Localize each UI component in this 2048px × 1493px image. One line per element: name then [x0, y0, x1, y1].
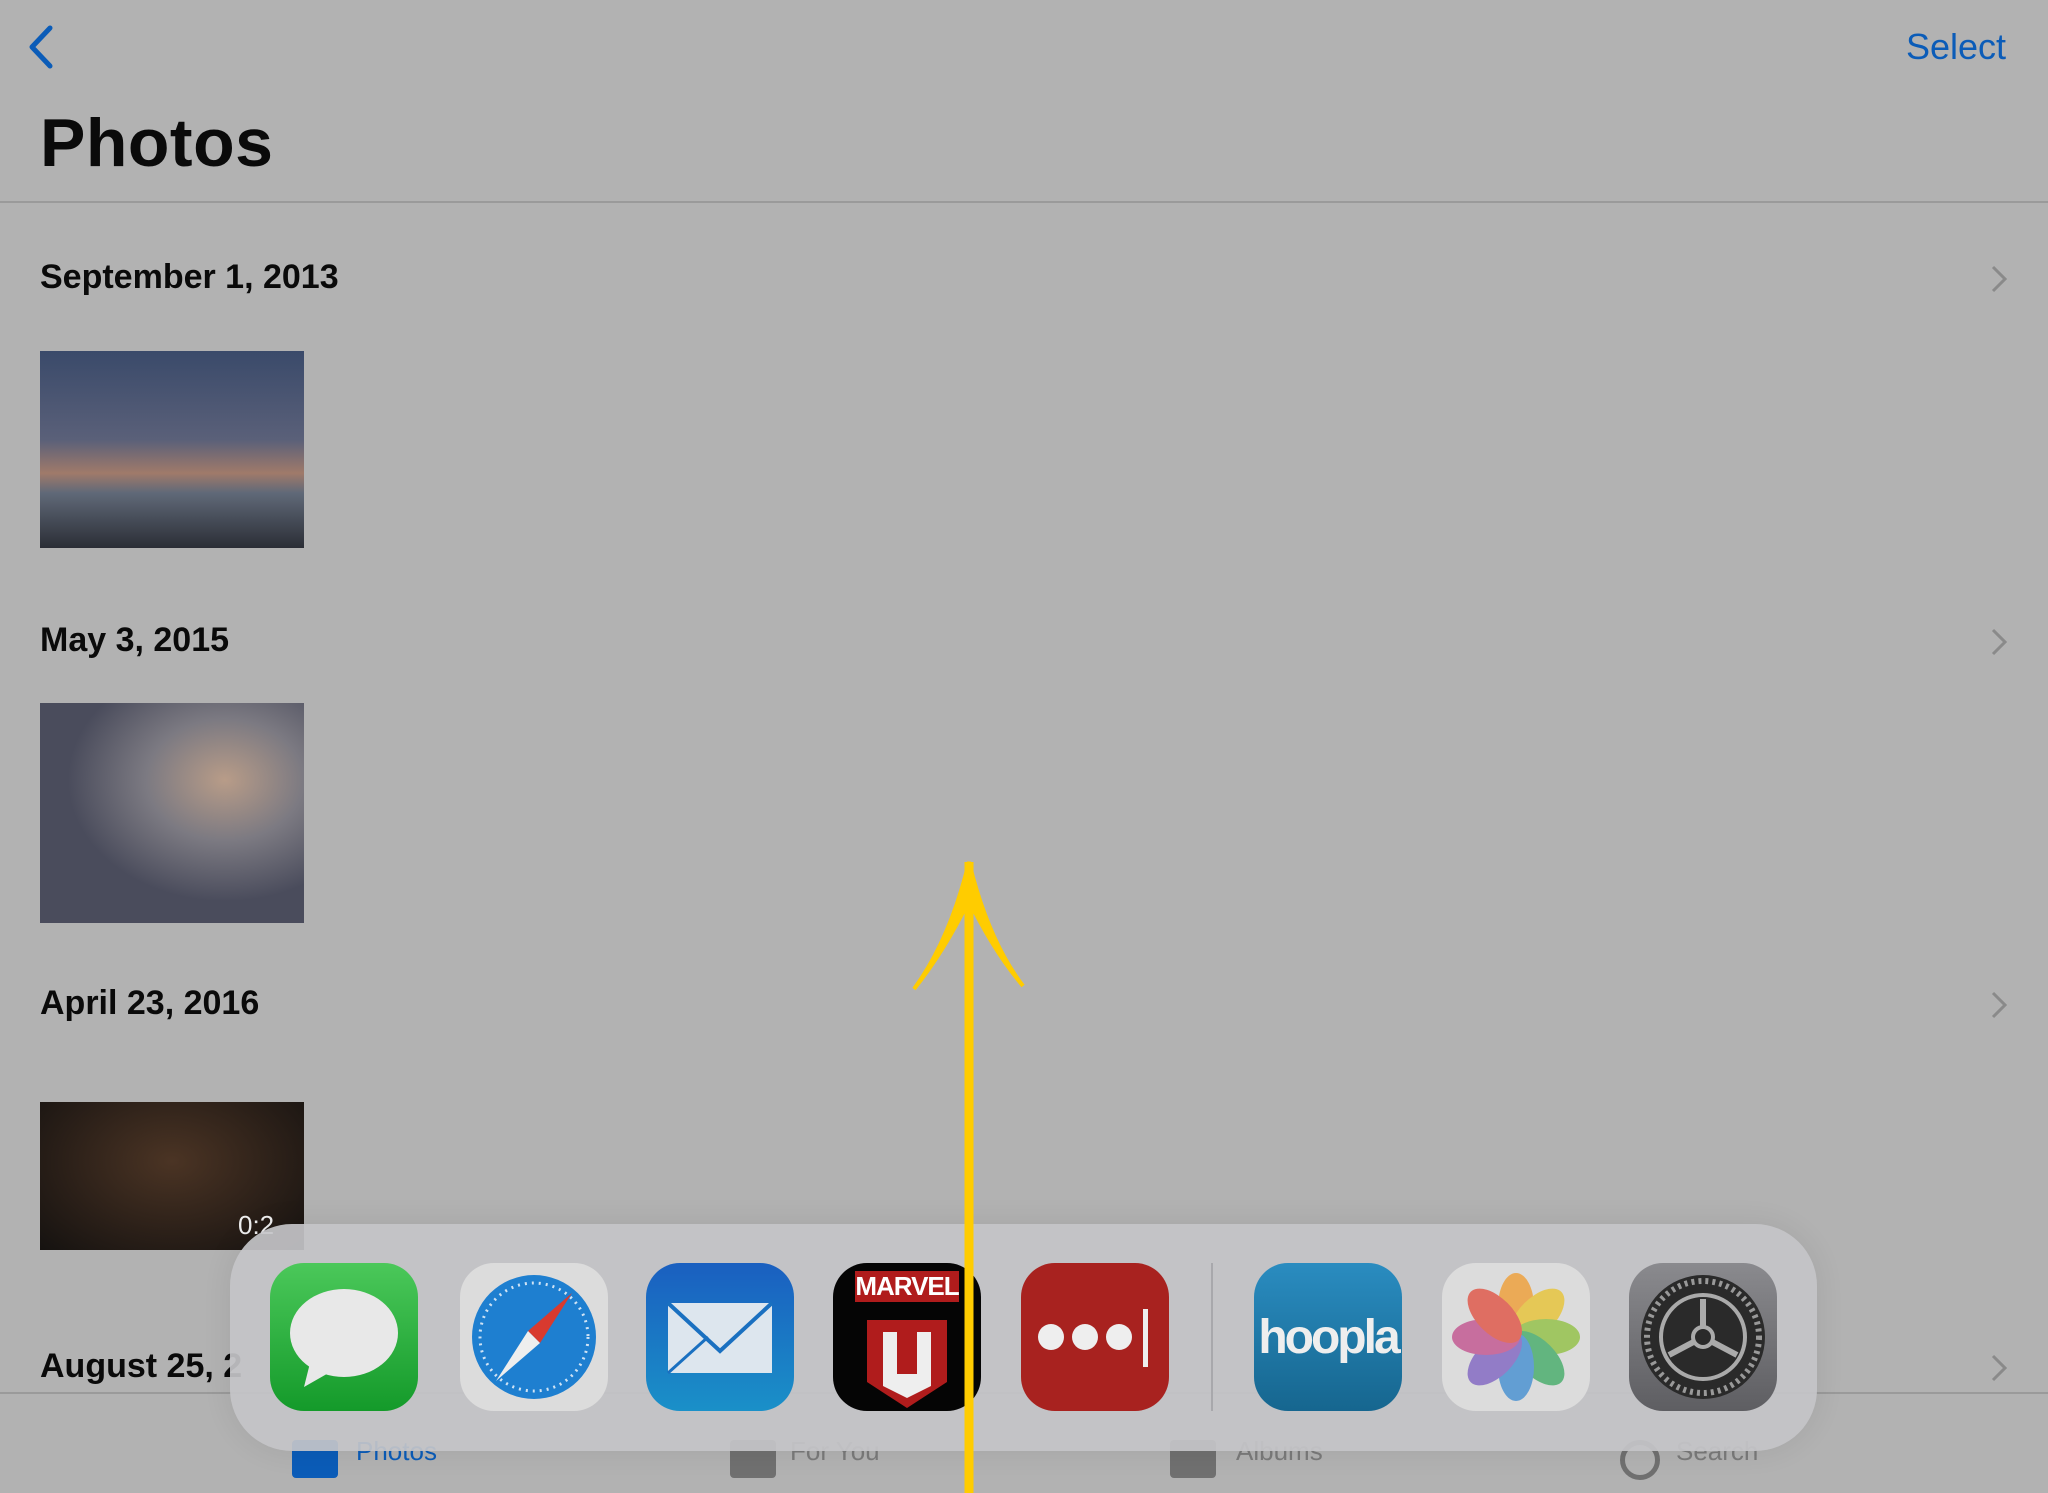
section-date-header[interactable]: May 3, 2015 — [40, 621, 229, 660]
section-date-header[interactable]: August 25, 2 — [40, 1347, 242, 1386]
marvel-logo-text: MARVEL — [855, 1271, 960, 1302]
photo-thumbnail-ferris-wheel[interactable] — [40, 351, 304, 548]
header-divider — [0, 201, 2048, 203]
page-title: Photos — [40, 105, 274, 181]
dock-app-hoopla[interactable]: hoopla — [1254, 1263, 1402, 1411]
photos-flower-icon — [1452, 1273, 1580, 1401]
envelope-icon — [666, 1301, 774, 1375]
speech-bubble-icon — [290, 1289, 398, 1387]
chevron-right-icon[interactable] — [1988, 625, 2010, 659]
dots-cursor-icon — [1038, 1309, 1148, 1367]
chevron-right-icon[interactable] — [1988, 1351, 2010, 1385]
back-chevron-icon[interactable] — [22, 22, 62, 72]
chevron-right-icon[interactable] — [1988, 262, 2010, 296]
dock-app-safari[interactable] — [460, 1263, 608, 1411]
dock-app-marvel-unlimited[interactable]: MARVEL — [833, 1263, 981, 1411]
select-button[interactable]: Select — [1906, 26, 2006, 68]
chevron-right-icon[interactable] — [1988, 988, 2010, 1022]
dock-app-photos[interactable] — [1442, 1263, 1590, 1411]
compass-icon — [472, 1275, 596, 1399]
shield-u-icon — [867, 1320, 947, 1408]
dock-app-settings[interactable] — [1629, 1263, 1777, 1411]
section-date-header[interactable]: September 1, 2013 — [40, 258, 339, 297]
dock-app-lastpass[interactable] — [1021, 1263, 1169, 1411]
dock-app-messages[interactable] — [270, 1263, 418, 1411]
dock-app-mail[interactable] — [646, 1263, 794, 1411]
section-date-header[interactable]: April 23, 2016 — [40, 984, 259, 1023]
photo-thumbnail-lightning[interactable] — [40, 703, 304, 923]
gear-icon — [1641, 1275, 1765, 1399]
dock-separator — [1211, 1263, 1213, 1411]
hoopla-logo-text: hoopla — [1258, 1310, 1400, 1364]
